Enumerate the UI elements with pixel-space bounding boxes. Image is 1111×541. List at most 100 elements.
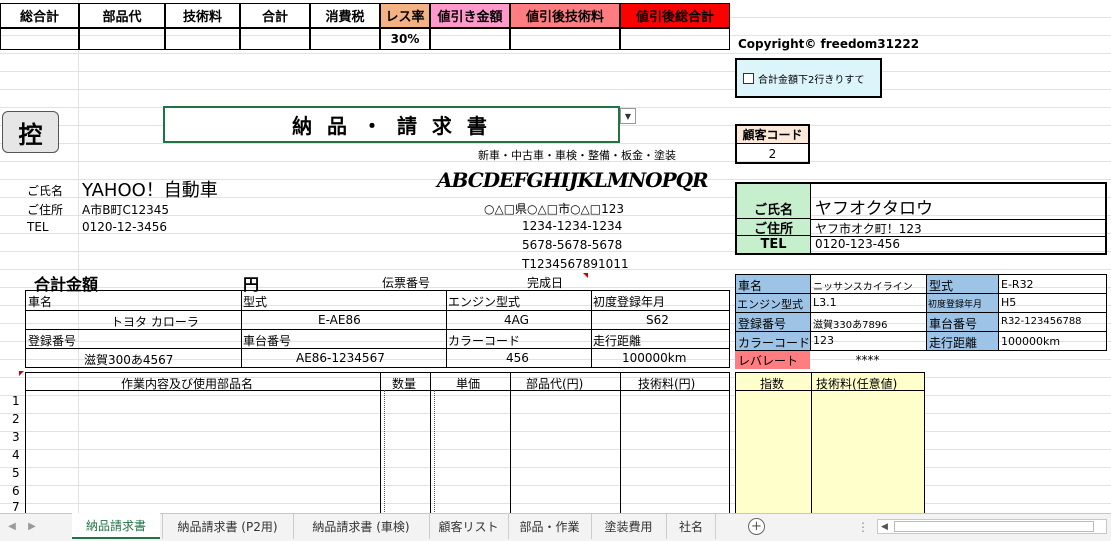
add-sheet-icon[interactable]: + [748, 518, 765, 535]
customer-code-value[interactable]: 2 [737, 145, 808, 163]
r-color-label: カラーコード [738, 336, 811, 350]
header-discount[interactable]: 値引き金額 [430, 3, 510, 28]
left-customer-name[interactable]: YAHOO！自動車 [82, 176, 218, 202]
hikae-button[interactable]: 控 [2, 111, 59, 153]
work-col-item: 作業内容及び使用部品名 [121, 377, 254, 391]
tab-nohin-p2[interactable]: 納品請求書 (P2用) [162, 513, 292, 539]
service-subtitle: 新車・中古車・車検・整備・板金・塗装 [478, 149, 676, 162]
checkbox-panel[interactable]: 合計金額下2行きりすて [735, 58, 882, 98]
r-reg-value[interactable]: 滋賀330あ7896 [813, 316, 888, 331]
company-tel[interactable]: 1234-1234-1234 [522, 219, 622, 233]
value-after-total[interactable] [620, 28, 730, 50]
row-number: 2 [12, 412, 20, 426]
right-customer-box: ご氏名 ヤフオクタロウ ご住所 ヤフ市オク町！123 TEL 0120-123-… [735, 182, 1107, 255]
index-col-tech: 技術料(任意値) [816, 377, 898, 391]
company-name[interactable]: ABCDEFGHIJKLMNOPQR [437, 168, 709, 192]
value-after-tech[interactable] [510, 28, 620, 50]
header-total[interactable]: 総合計 [0, 3, 79, 28]
value-discount[interactable] [430, 28, 510, 50]
round-down-checkbox[interactable] [743, 72, 754, 84]
sheet-tab-splitter-icon[interactable]: ⋮ [857, 519, 869, 534]
tab-scroll-left-icon[interactable]: ◀ [4, 517, 20, 535]
customer-code-box[interactable]: 顧客コード 2 [735, 124, 810, 164]
tab-nohin-seikyusho[interactable]: 納品請求書 [72, 513, 160, 539]
mileage-value[interactable]: 100000km [622, 351, 686, 365]
row-number: 6 [12, 484, 20, 498]
right-customer-name[interactable]: ヤフオクタロウ [815, 194, 933, 219]
row-number: 3 [12, 430, 20, 444]
value-parts[interactable] [79, 28, 165, 50]
right-tel-label: TEL [737, 236, 811, 253]
tab-company-name[interactable]: 社名 [666, 513, 716, 539]
checkbox-label: 合計金額下2行きりすて [758, 74, 865, 86]
mileage-label: 走行距離 [593, 334, 642, 348]
header-tech[interactable]: 技術料 [165, 3, 240, 28]
scroll-left-icon[interactable]: ◀ [878, 520, 891, 533]
customer-code-label: 顧客コード [737, 126, 808, 144]
right-customer-tel[interactable]: 0120-123-456 [815, 237, 900, 251]
tab-nohin-shaken[interactable]: 納品請求書 (車検) [293, 513, 428, 539]
r-chassis-value[interactable]: R32-123456788 [1001, 316, 1082, 327]
tab-scroll-right-icon[interactable]: ▶ [24, 517, 40, 535]
car-name-label: 車名 [28, 295, 53, 309]
vehicle-table: 車名 型式 エンジン型式 初度登録年月 トヨタ カローラ E-AE86 4AG … [25, 290, 730, 368]
tab-paint-cost[interactable]: 塗装費用 [591, 513, 665, 539]
r-reg-label: 登録番号 [738, 317, 787, 331]
left-customer-tel[interactable]: 0120-12-3456 [82, 220, 167, 234]
value-less-rate[interactable]: 30% [380, 28, 430, 50]
car-name-value[interactable]: トヨタ カローラ [111, 313, 199, 330]
horizontal-scrollbar[interactable]: ◀ [877, 519, 1107, 534]
left-tel-label: TEL [27, 220, 49, 234]
value-tech[interactable] [165, 28, 240, 50]
row-number: 4 [12, 448, 20, 462]
row-number: 1 [12, 394, 20, 408]
model-label: 型式 [243, 295, 268, 309]
work-col-unit: 単価 [456, 377, 481, 391]
work-col-parts: 部品代(円) [526, 377, 584, 391]
r-color-value[interactable]: 123 [813, 334, 834, 347]
tab-parts-work[interactable]: 部品・作業 [508, 513, 590, 539]
first-reg-value[interactable]: S62 [646, 313, 669, 327]
comment-marker-icon [583, 273, 588, 278]
tab-customer-list[interactable]: 顧客リスト [429, 513, 507, 539]
model-value[interactable]: E-AE86 [318, 313, 361, 327]
r-model-value[interactable]: E-R32 [1001, 278, 1034, 291]
company-fax[interactable]: 5678-5678-5678 [522, 238, 622, 252]
color-code-label: カラーコード [448, 334, 521, 348]
left-customer-address[interactable]: A市B町C12345 [82, 201, 169, 218]
header-tax[interactable]: 消費税 [310, 3, 380, 28]
left-addr-label: ご住所 [27, 203, 64, 217]
level-rate-value[interactable]: **** [810, 351, 925, 369]
value-subtotal[interactable] [240, 28, 310, 50]
r-engine-value[interactable]: L3.1 [813, 296, 837, 309]
right-customer-address[interactable]: ヤフ市オク町！123 [815, 220, 922, 237]
dropdown-arrow-icon[interactable]: ▼ [620, 108, 636, 124]
value-tax[interactable] [310, 28, 380, 50]
row-number: 7 [12, 500, 20, 514]
r-car-value[interactable]: ニッサンスカイライン [813, 278, 913, 293]
document-title[interactable]: 納 品 ・ 請 求 書 [163, 106, 620, 143]
engine-value[interactable]: 4AG [504, 313, 529, 327]
comment-marker-icon [19, 371, 24, 376]
r-mileage-value[interactable]: 100000km [1001, 335, 1060, 348]
color-code-value[interactable]: 456 [506, 351, 529, 365]
scrollbar-thumb[interactable] [894, 521, 1094, 532]
header-after-tech[interactable]: 値引後技術料 [510, 3, 620, 28]
chassis-value[interactable]: AE86-1234567 [296, 351, 385, 365]
header-less-rate[interactable]: レス率 [380, 3, 430, 28]
header-parts[interactable]: 部品代 [79, 3, 165, 28]
company-registration[interactable]: T1234567891011 [522, 257, 629, 271]
company-address[interactable]: ○△□県○△□市○△□123 [484, 200, 624, 217]
value-total[interactable] [0, 28, 79, 50]
header-subtotal[interactable]: 合計 [240, 3, 310, 28]
slip-number-label: 伝票番号 [382, 276, 431, 290]
r-chassis-label: 車台番号 [929, 317, 978, 331]
completion-date-label: 完成日 [527, 276, 564, 290]
copyright-text: Copyright© freedom31222 [738, 37, 920, 51]
engine-label: エンジン型式 [448, 295, 521, 309]
r-model-label: 型式 [929, 279, 954, 293]
header-after-total[interactable]: 値引後総合計 [620, 3, 730, 28]
right-name-label: ご氏名 [737, 184, 811, 219]
reg-number-value[interactable]: 滋賀300あ4567 [84, 351, 173, 368]
r-first-reg-value[interactable]: H5 [1001, 296, 1016, 309]
